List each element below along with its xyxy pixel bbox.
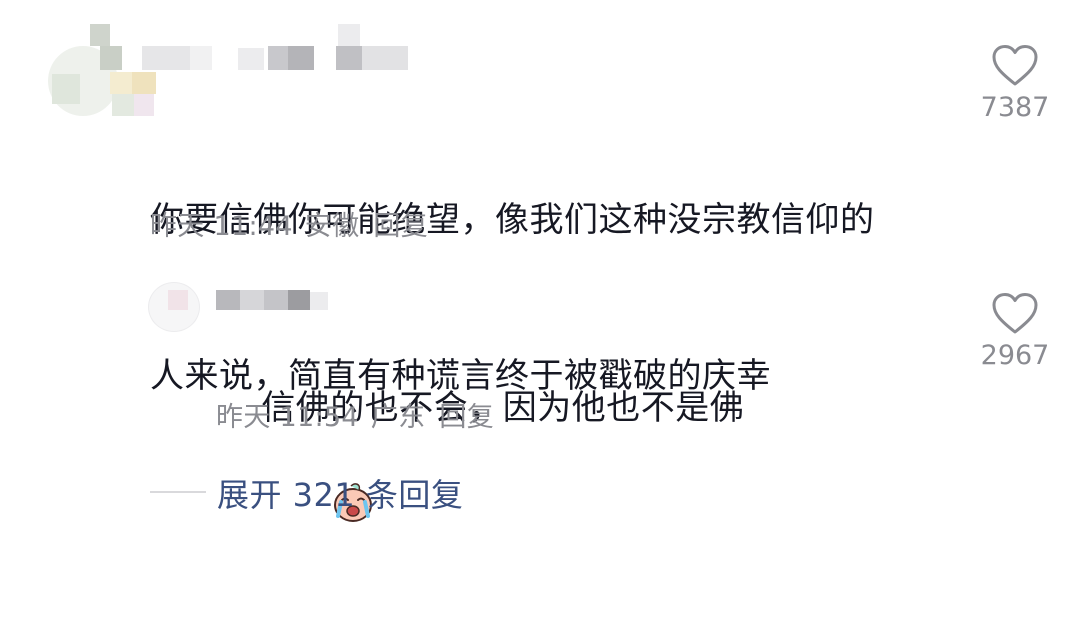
- reply-meta: 昨天 11:54 广东 回复: [216, 395, 506, 434]
- reply-like-count: 2967: [980, 340, 1050, 371]
- heart-outline-icon: [992, 45, 1038, 86]
- reply-reply-button[interactable]: 回复: [439, 402, 494, 433]
- comment-time: 昨天 11:44: [150, 211, 293, 242]
- like-button[interactable]: 7387: [970, 44, 1060, 123]
- avatar[interactable]: [38, 24, 156, 122]
- reply-username[interactable]: [216, 290, 328, 312]
- reply-button[interactable]: 回复: [373, 211, 428, 242]
- reply-like-button[interactable]: 2967: [970, 292, 1060, 371]
- reply-time: 昨天 11:54: [216, 402, 359, 433]
- username[interactable]: [142, 24, 412, 72]
- comment-meta: 昨天 11:44 安徽 回复: [150, 204, 440, 243]
- like-count: 7387: [980, 92, 1050, 123]
- comment-location: 安徽: [304, 211, 360, 242]
- reply-location: 广东: [370, 402, 426, 433]
- heart-outline-icon: [992, 293, 1038, 334]
- expand-divider: [150, 491, 206, 493]
- reply-avatar[interactable]: [148, 282, 208, 332]
- expand-replies-button[interactable]: 展开 321 条回复: [217, 470, 463, 516]
